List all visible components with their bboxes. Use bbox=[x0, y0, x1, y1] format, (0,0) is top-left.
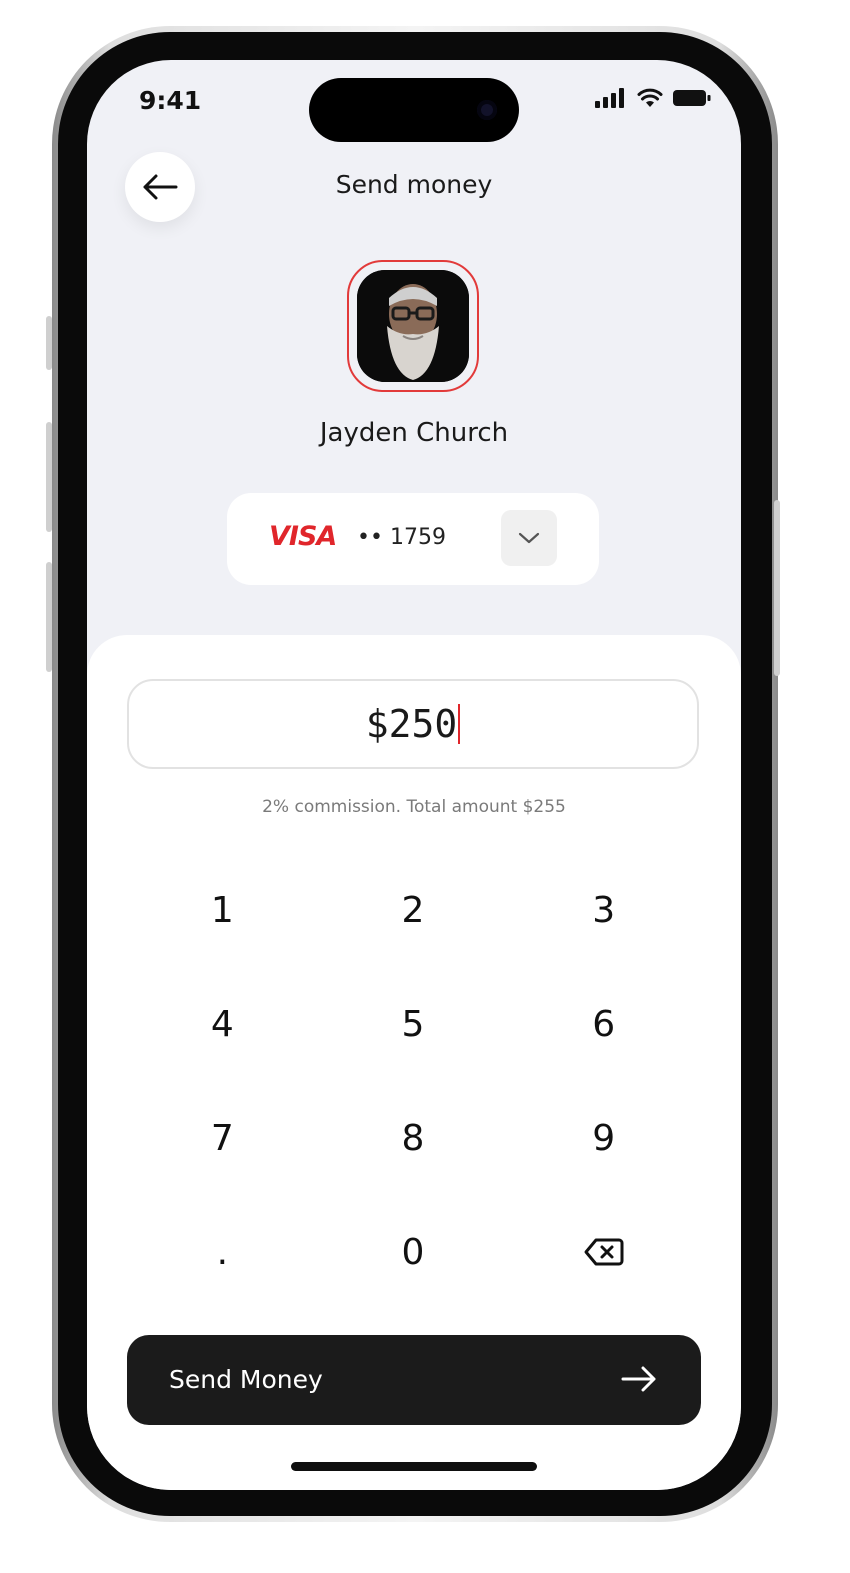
mute-switch bbox=[46, 316, 52, 370]
camera-icon bbox=[477, 100, 497, 120]
status-time: 9:41 bbox=[139, 86, 202, 115]
recipient-name: Jayden Church bbox=[319, 418, 509, 448]
amount-sheet: $250 2% commission. Total amount $255 1 … bbox=[87, 635, 741, 1490]
numeric-keypad: 1 2 3 4 5 6 7 8 9 . 0 bbox=[127, 853, 699, 1309]
volume-up-button bbox=[46, 422, 52, 532]
key-7[interactable]: 7 bbox=[127, 1081, 318, 1195]
key-6[interactable]: 6 bbox=[508, 967, 699, 1081]
commission-note: 2% commission. Total amount $255 bbox=[262, 797, 566, 817]
signal-icon bbox=[595, 88, 624, 108]
key-delete[interactable] bbox=[508, 1195, 699, 1309]
recipient-avatar-ring[interactable] bbox=[347, 260, 479, 392]
text-caret bbox=[458, 704, 461, 744]
key-0[interactable]: 0 bbox=[318, 1195, 509, 1309]
key-3[interactable]: 3 bbox=[508, 853, 699, 967]
status-icons bbox=[595, 88, 711, 108]
key-9[interactable]: 9 bbox=[508, 1081, 699, 1195]
send-money-button[interactable]: Send Money bbox=[127, 1335, 701, 1425]
key-8[interactable]: 8 bbox=[318, 1081, 509, 1195]
key-1[interactable]: 1 bbox=[127, 853, 318, 967]
amount-value: $250 bbox=[365, 702, 458, 746]
key-5[interactable]: 5 bbox=[318, 967, 509, 1081]
wifi-icon bbox=[637, 88, 663, 107]
chevron-down-icon bbox=[518, 532, 540, 544]
send-money-label: Send Money bbox=[169, 1365, 323, 1394]
key-decimal[interactable]: . bbox=[127, 1195, 318, 1309]
backspace-icon bbox=[584, 1238, 624, 1266]
amount-input[interactable]: $250 bbox=[127, 679, 699, 769]
arrow-right-icon bbox=[621, 1366, 656, 1392]
home-indicator bbox=[291, 1462, 537, 1471]
card-number: •• 1759 bbox=[357, 525, 446, 550]
power-button bbox=[774, 500, 780, 676]
dynamic-island bbox=[309, 78, 519, 142]
volume-down-button bbox=[46, 562, 52, 672]
recipient-photo bbox=[357, 270, 469, 382]
card-selector[interactable]: VISA •• 1759 bbox=[227, 493, 599, 585]
phone-screen: 9:41 Send money Jayden Church VISA •• 17… bbox=[87, 60, 741, 1490]
card-dropdown-button[interactable] bbox=[501, 510, 557, 566]
page-title: Send money bbox=[335, 170, 493, 199]
battery-icon bbox=[673, 90, 711, 106]
visa-logo: VISA bbox=[269, 521, 337, 552]
key-4[interactable]: 4 bbox=[127, 967, 318, 1081]
key-2[interactable]: 2 bbox=[318, 853, 509, 967]
avatar bbox=[357, 270, 469, 382]
